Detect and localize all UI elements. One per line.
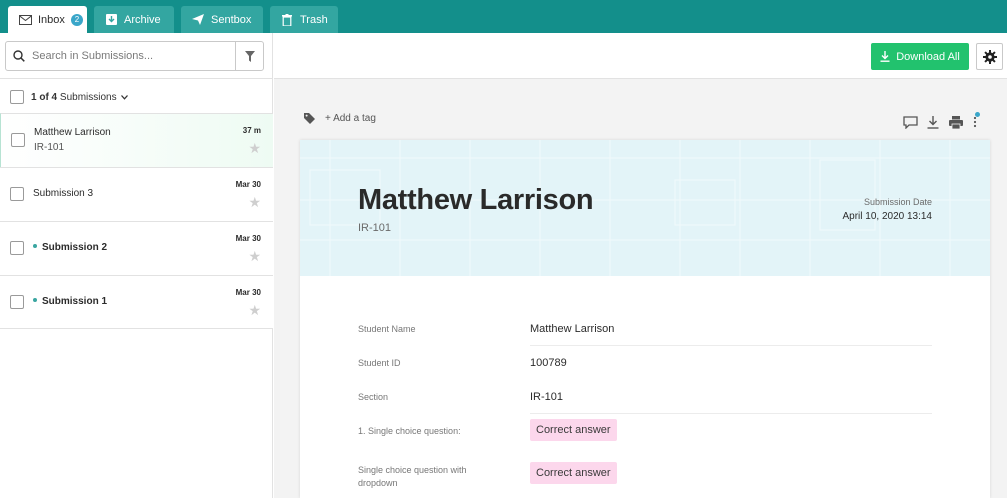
star-icon[interactable]: ★ (248, 141, 261, 155)
document-section: IR-101 (358, 222, 392, 234)
field-label: Section (358, 392, 389, 402)
field-value: 100789 (530, 357, 567, 369)
answer-pill: Correct answer (530, 462, 617, 484)
document-header: Matthew Larrison IR-101 Submission Date … (300, 140, 990, 276)
star-icon[interactable]: ★ (248, 303, 261, 317)
tab-trash-label: Trash (300, 13, 328, 26)
search-icon (6, 42, 32, 70)
star-icon[interactable]: ★ (248, 249, 261, 263)
field-label: Student Name (358, 324, 416, 334)
field-label: Student ID (358, 358, 401, 368)
download-all-label: Download All (896, 50, 960, 63)
submission-name: Submission 1 (42, 296, 108, 307)
filter-button[interactable] (235, 42, 263, 70)
submission-time: Mar 30 (235, 288, 261, 297)
search-box (5, 41, 264, 71)
more-options-icon[interactable] (971, 112, 980, 130)
field-value: Matthew Larrison (530, 323, 615, 335)
tab-trash[interactable]: Trash (270, 6, 338, 33)
field-divider (530, 345, 932, 346)
tab-archive-label: Archive (124, 13, 161, 26)
tab-archive[interactable]: Archive (94, 6, 174, 33)
print-icon[interactable] (948, 114, 964, 130)
tag-icon (304, 113, 315, 124)
gear-icon (982, 49, 997, 64)
add-tag-label: + Add a tag (325, 113, 376, 124)
submission-item[interactable]: Submission 1 Mar 30 ★ (0, 275, 273, 329)
trash-icon (280, 13, 294, 27)
star-icon[interactable]: ★ (248, 195, 261, 209)
document-student-name: Matthew Larrison (358, 184, 594, 216)
add-tag-row[interactable]: + Add a tag (304, 113, 376, 124)
submission-time: Mar 30 (235, 234, 261, 243)
submission-checkbox[interactable] (11, 133, 25, 147)
submission-name: Submission 2 (42, 242, 108, 253)
document-actions (902, 112, 986, 130)
submission-date: April 10, 2020 13:14 (842, 211, 932, 222)
selection-count-dropdown[interactable]: 1 of 4 Submissions (31, 92, 117, 103)
submission-list: Matthew Larrison IR-101 37 m ★ Submissio… (0, 113, 273, 329)
select-all-checkbox[interactable] (10, 90, 24, 104)
viewer-toolbar: Download All (274, 33, 1007, 79)
divider (0, 78, 273, 79)
submission-name: Submission 3 (33, 188, 94, 199)
unread-dot (33, 298, 37, 303)
submission-name: Matthew Larrison (34, 127, 111, 138)
tab-inbox-label: Inbox (38, 13, 65, 26)
tab-sentbox-label: Sentbox (211, 13, 252, 26)
submission-item[interactable]: Submission 3 Mar 30 ★ (0, 167, 273, 221)
tab-sentbox[interactable]: Sentbox (181, 6, 263, 33)
answer-pill: Correct answer (530, 419, 617, 441)
field-label: 1. Single choice question: (358, 426, 461, 436)
submission-checkbox[interactable] (10, 187, 24, 201)
submission-item[interactable]: Submission 2 Mar 30 ★ (0, 221, 273, 275)
submission-document: Matthew Larrison IR-101 Submission Date … (300, 140, 990, 498)
field-divider (530, 413, 932, 414)
submission-checkbox[interactable] (10, 295, 24, 309)
download-all-button[interactable]: Download All (871, 43, 969, 70)
submission-checkbox[interactable] (10, 241, 24, 255)
unread-dot (33, 244, 37, 249)
filter-icon (244, 50, 255, 62)
comment-icon[interactable] (902, 114, 918, 130)
notification-dot (975, 112, 980, 117)
settings-button[interactable] (976, 43, 1003, 70)
inbox-unread-badge: 2 (70, 13, 83, 26)
submission-time: Mar 30 (235, 180, 261, 189)
submission-item[interactable]: Matthew Larrison IR-101 37 m ★ (0, 113, 273, 167)
envelope-icon (18, 13, 32, 27)
paper-plane-icon (191, 13, 205, 27)
selection-count: 1 of 4 (31, 91, 58, 103)
submission-section: IR-101 (34, 142, 65, 153)
submission-name-unread: Submission 1 (33, 296, 107, 307)
download-icon (880, 51, 890, 62)
chevron-down-icon[interactable] (120, 93, 128, 102)
field-label: Single choice question with dropdown (358, 465, 467, 488)
submission-date-label: Submission Date (863, 197, 932, 207)
search-input[interactable] (32, 43, 232, 69)
submissions-panel: 1 of 4 Submissions Matthew Larrison IR-1… (0, 33, 273, 498)
submission-time: 37 m (242, 126, 261, 135)
download-icon[interactable] (925, 114, 941, 130)
select-all-row: 1 of 4 Submissions (10, 90, 128, 104)
archive-icon (104, 13, 118, 27)
submission-viewer: Download All + Add a tag Matthew Larriso… (274, 33, 1007, 498)
tab-inbox[interactable]: Inbox 2 (8, 6, 87, 33)
submission-name-unread: Submission 2 (33, 242, 107, 253)
field-value: IR-101 (530, 391, 564, 403)
selection-count-suffix: Submissions (59, 91, 117, 103)
folder-tab-bar: Inbox 2 Archive Sentbox Trash (0, 0, 1007, 33)
